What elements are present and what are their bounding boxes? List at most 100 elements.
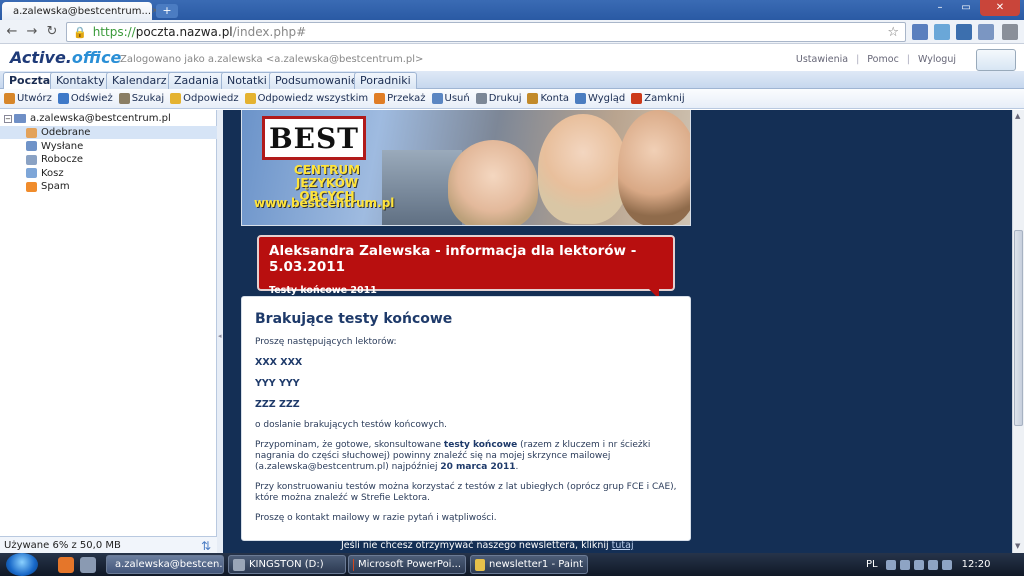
body-paragraph: Proszę o kontakt mailowy w razie pytań i… (255, 513, 497, 523)
volume-icon[interactable] (941, 559, 952, 570)
reload-button[interactable]: ↻ (44, 24, 60, 40)
taskbar-task[interactable]: Microsoft PowerPoi... (348, 555, 466, 574)
taskbar-task[interactable]: newsletter1 - Paint (470, 555, 588, 574)
scrollbar-thumb[interactable] (1014, 230, 1023, 426)
top-links: Ustawienia | Pomoc | Wyloguj (795, 54, 956, 65)
toolbar-button-label: Odpowiedz (183, 93, 239, 104)
compose-icon (4, 93, 15, 104)
best-logo: BEST (262, 116, 366, 160)
folder-label: Wysłane (41, 140, 84, 152)
tray-app-icon[interactable] (899, 559, 910, 570)
extension-icon[interactable] (956, 24, 972, 40)
tab-podsumowanie[interactable]: Podsumowanie (269, 72, 364, 89)
help-link[interactable]: Pomoc (867, 54, 899, 65)
layout-icon (575, 93, 587, 104)
refresh-quota-icon[interactable]: ⇅ (201, 539, 211, 553)
folder-item[interactable]: Kosz (0, 167, 217, 180)
language-indicator[interactable]: PL (866, 559, 878, 570)
toolbar-button-label: Konta (540, 93, 570, 104)
lecturer-name: YYY YYY (255, 378, 300, 389)
toolbar-button-label: Drukuj (488, 93, 522, 104)
lecturer-name: ZZZ ZZZ (255, 399, 300, 410)
toolbar-button-9[interactable]: Konta (527, 93, 569, 104)
folder-item[interactable]: Spam (0, 180, 217, 193)
toolbar-button-10[interactable]: Wygląd (575, 93, 625, 104)
trash-icon (26, 168, 37, 178)
message-scrollbar[interactable]: ▲ ▼ (1012, 110, 1024, 553)
tab-zadania[interactable]: Zadania (168, 72, 225, 89)
newsletter-header: Aleksandra Zalewska - informacja dla lek… (257, 235, 675, 299)
keyboard-icon[interactable] (885, 559, 896, 570)
settings-link[interactable]: Ustawienia (796, 54, 848, 65)
windows-taskbar: a.zalewska@bestcen... KINGSTON (D:) Micros… (0, 553, 1024, 576)
toolbar-button-6[interactable]: Przekaż (374, 93, 426, 104)
toolbar-button-7[interactable]: Usuń (431, 93, 470, 104)
toolbar-button-5[interactable]: Odpowiedz wszystkim (244, 93, 368, 104)
splitter-grip-icon: ◂ (218, 332, 222, 340)
toolbar-button-3[interactable]: Szukaj (118, 93, 165, 104)
reply-all-icon (244, 93, 256, 104)
taskbar-task[interactable]: KINGSTON (D:) (228, 555, 346, 574)
tab-kontakty[interactable]: Kontakty (50, 72, 111, 89)
clock[interactable]: 12:20 (962, 559, 991, 570)
extension-icon[interactable] (978, 24, 994, 40)
toolbar-button-11[interactable]: Zamknij (631, 93, 685, 104)
reply-icon (170, 93, 182, 104)
newsletter-body: Brakujące testy końcowe Proszę następują… (241, 296, 691, 541)
close-icon (631, 93, 643, 104)
collapse-toggle-icon[interactable]: − (4, 114, 12, 123)
maximize-button[interactable]: ▭ (954, 0, 978, 16)
url-scheme: https:// (92, 25, 136, 39)
toolbar-button-1[interactable]: Utwórz (4, 93, 52, 104)
browser-tab[interactable]: a.zalewska@bestcentrum... × (2, 2, 159, 20)
extension-icon[interactable] (934, 24, 950, 40)
minimize-button[interactable]: – (928, 0, 952, 16)
toolbar-button-label: Utwórz (17, 93, 52, 104)
newsletter-subtitle: Testy końcowe 2011 (269, 285, 377, 296)
tab-kalendarz[interactable]: Kalendarz (106, 72, 173, 89)
app-header: Active.office Zalogowano jako a.zalewska… (0, 45, 1024, 71)
folder-item[interactable]: Wysłane (0, 140, 217, 153)
tab-poczta[interactable]: Poczta (3, 72, 57, 90)
address-bar: ← → ↻ 🔒 https:// poczta.nazwa.pl /index.… (0, 20, 1024, 44)
toolbar-button-4[interactable]: Odpowiedz (170, 93, 239, 104)
newsletter-title: Aleksandra Zalewska - informacja dla lek… (269, 243, 637, 275)
tray-app-icon[interactable] (913, 559, 924, 570)
back-button[interactable]: ← (4, 24, 20, 40)
scroll-up-icon[interactable]: ▲ (1015, 112, 1020, 120)
intro-text: Proszę następujących lektorów: (255, 337, 397, 347)
taskbar-task-label: a.zalewska@bestcen... (115, 559, 224, 570)
folder-item[interactable]: Robocze (0, 153, 217, 166)
tab-poradniki[interactable]: Poradniki (354, 72, 417, 89)
app-icon (475, 558, 485, 571)
refresh-icon (57, 93, 69, 104)
quicklaunch-icon[interactable] (80, 557, 96, 573)
trash-icon (431, 93, 443, 104)
wrench-icon[interactable] (1002, 24, 1018, 40)
toolbar-button-label: Szukaj (131, 93, 165, 104)
url-input[interactable]: 🔒 https:// poczta.nazwa.pl /index.php# ☆ (66, 22, 906, 42)
tab-notatki[interactable]: Notatki (221, 72, 273, 89)
forward-button[interactable]: → (24, 24, 40, 40)
window-close-button[interactable]: ✕ (980, 0, 1020, 16)
app-logo: Active.office (10, 48, 122, 67)
bookmark-star-icon[interactable]: ☆ (887, 25, 899, 40)
toolbar-button-8[interactable]: Drukuj (475, 93, 522, 104)
start-button[interactable] (6, 553, 38, 576)
logout-link[interactable]: Wyloguj (918, 54, 956, 65)
firefox-icon[interactable] (58, 557, 74, 573)
extension-icon[interactable] (912, 24, 928, 40)
taskbar-task[interactable]: a.zalewska@bestcen... (106, 555, 224, 574)
unsubscribe-link[interactable]: tutaj (612, 540, 634, 551)
new-tab-button[interactable]: + (156, 4, 178, 18)
scroll-down-icon[interactable]: ▼ (1015, 542, 1020, 550)
search-icon (118, 93, 130, 104)
body-paragraph: Przypominam, że gotowe, skonsultowane te… (255, 440, 651, 472)
network-icon[interactable] (927, 559, 938, 570)
folder-item[interactable]: Odebrane (0, 126, 217, 139)
lecturer-name: XXX XXX (255, 357, 303, 368)
banner-person-image (618, 110, 690, 225)
sent-icon (26, 141, 37, 151)
account-node[interactable]: − a.zalewska@bestcentrum.pl (4, 113, 171, 124)
toolbar-button-2[interactable]: Odśwież (57, 93, 113, 104)
